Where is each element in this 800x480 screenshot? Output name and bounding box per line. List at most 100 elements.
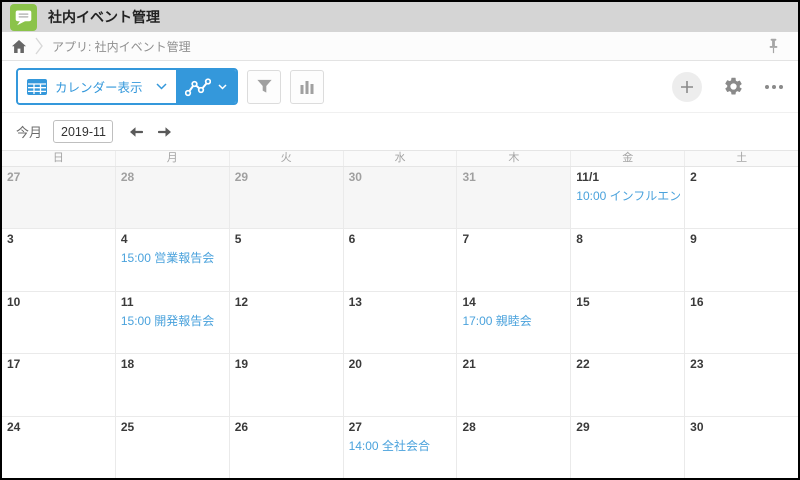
- arrow-left-icon: [128, 126, 144, 138]
- calendar-cell[interactable]: 30: [343, 167, 458, 229]
- date-number: 11/1: [576, 170, 599, 184]
- event-link[interactable]: 17:00 親睦会: [462, 312, 566, 329]
- breadcrumb-label: アプリ: 社内イベント管理: [52, 39, 191, 54]
- toolbar-right-tools: [672, 71, 783, 102]
- date-number: 2: [690, 170, 697, 184]
- weekday-header-row: 日月火水木金 土: [2, 150, 798, 167]
- calendar-cell[interactable]: 2: [685, 167, 798, 228]
- calendar-cell[interactable]: 5: [230, 229, 344, 291]
- event-link[interactable]: 15:00 営業報告会: [121, 249, 225, 266]
- line-graph-icon: [185, 77, 211, 97]
- add-record-button[interactable]: [672, 71, 702, 102]
- calendar-cell[interactable]: 11 15:00 開発報告会: [116, 291, 230, 354]
- date-number: 23: [690, 357, 704, 372]
- date-number: 3: [7, 232, 14, 247]
- date-number: 10: [7, 294, 21, 309]
- calendar-cell[interactable]: 27 14:00 全社会合: [344, 416, 458, 478]
- view-selector-label: カレンダー表示: [55, 81, 143, 95]
- graph-view-button[interactable]: [176, 70, 236, 103]
- date-number: 31: [462, 170, 476, 184]
- calendar-cell[interactable]: 26: [230, 416, 344, 478]
- settings-button[interactable]: [723, 76, 744, 97]
- date-number: 24: [7, 419, 21, 434]
- date-number: 29: [576, 419, 590, 434]
- plus-icon: [680, 80, 694, 94]
- page-title: 社内イベント管理: [48, 9, 160, 25]
- scope-label: 今月: [16, 125, 43, 140]
- calendar-cell[interactable]: 27: [2, 167, 116, 229]
- calendar-cell[interactable]: 11/1 10:00 インフルエン…: [571, 167, 686, 229]
- pushpin-icon[interactable]: [766, 36, 781, 56]
- calendar-cell[interactable]: 25: [116, 416, 230, 478]
- calendar-cell[interactable]: 18: [116, 354, 230, 416]
- date-number: 28: [120, 170, 135, 184]
- date-number: 16: [690, 294, 704, 309]
- calendar-cell[interactable]: 29: [571, 416, 686, 478]
- calendar-cell[interactable]: 30: [685, 417, 798, 478]
- calendar-cell[interactable]: 15: [571, 291, 686, 354]
- date-number: 13: [348, 294, 362, 309]
- calendar-cell[interactable]: 6: [344, 229, 458, 291]
- date-number: 6: [348, 232, 356, 247]
- calendar-cell[interactable]: 22: [571, 354, 686, 416]
- calendar-cell[interactable]: 29: [229, 167, 344, 229]
- calendar-cell[interactable]: 21: [457, 354, 572, 416]
- date-number: 27: [348, 419, 362, 434]
- weekday-label: 土: [736, 152, 748, 164]
- date-number: 18: [120, 357, 135, 372]
- app-window: 社内イベント管理 アプリ: 社内イベント管理 カレンダー表示 今月 2019-1…: [0, 0, 800, 480]
- calendar-cell[interactable]: 19: [230, 354, 344, 416]
- calendar-cell[interactable]: 28: [115, 167, 230, 229]
- date-number: 11: [120, 294, 134, 309]
- date-number: 29: [234, 170, 249, 184]
- calendar-cell[interactable]: 7: [457, 229, 572, 291]
- calendar-cell[interactable]: 14 17:00 親睦会: [457, 291, 572, 354]
- app-header: 社内イベント管理: [2, 2, 798, 32]
- home-icon[interactable]: [12, 39, 26, 53]
- view-selector-group: カレンダー表示: [16, 68, 238, 105]
- date-navigation: 今月: [2, 113, 798, 150]
- calendar-cell[interactable]: 10: [2, 291, 116, 354]
- chevron-down-icon: [156, 83, 167, 90]
- date-number: 7: [462, 232, 470, 247]
- calendar-cell[interactable]: 4 15:00 営業報告会: [116, 229, 230, 291]
- more-options-button[interactable]: [765, 84, 783, 89]
- calendar-cell[interactable]: 12: [230, 291, 344, 354]
- calendar-cell[interactable]: 20: [344, 354, 458, 416]
- calendar-grid: 272829303111/110:00 インフルエン…23415:00 営業報告…: [2, 167, 798, 478]
- date-number: 27: [7, 170, 21, 184]
- filter-button[interactable]: [247, 69, 281, 104]
- weekday-label: 月: [116, 151, 230, 166]
- date-number: 12: [234, 294, 249, 309]
- date-number: 21: [462, 357, 476, 372]
- date-number: 4: [120, 232, 128, 247]
- month-input[interactable]: [53, 120, 114, 143]
- date-number: 26: [234, 419, 249, 434]
- view-selector[interactable]: カレンダー表示: [18, 70, 176, 103]
- weekday-label: 木: [457, 151, 572, 166]
- calendar-week-row: 10 11 15:00 開発報告会 12 13 14 17:00 親睦会 15 16: [2, 291, 798, 355]
- calendar-cell[interactable]: 13: [344, 291, 458, 354]
- calendar-cell[interactable]: 8: [571, 229, 686, 291]
- date-number: 15: [576, 294, 590, 309]
- event-link[interactable]: 10:00 インフルエン…: [576, 187, 680, 204]
- next-month-button[interactable]: [158, 126, 173, 138]
- calendar-cell[interactable]: 17: [2, 354, 116, 416]
- chevron-down-icon: [218, 83, 227, 90]
- weekday-label: 水: [344, 151, 458, 166]
- event-link[interactable]: 15:00 開発報告会: [121, 312, 225, 329]
- calendar-cell[interactable]: 28: [457, 416, 572, 478]
- arrow-right-icon: [158, 126, 173, 138]
- date-number: 20: [348, 357, 362, 372]
- calendar-cell[interactable]: 31: [457, 167, 572, 229]
- calendar-cell[interactable]: 23: [685, 354, 798, 415]
- calendar-cell[interactable]: 9: [685, 229, 798, 290]
- calendar-cell[interactable]: 3: [2, 229, 116, 291]
- date-number: 22: [576, 357, 590, 372]
- calendar-cell[interactable]: 16: [685, 292, 798, 353]
- prev-month-button[interactable]: [128, 126, 144, 138]
- event-link[interactable]: 14:00 全社会合: [349, 437, 453, 454]
- date-number: 5: [234, 232, 242, 247]
- calendar-cell[interactable]: 24: [2, 416, 116, 478]
- chart-button[interactable]: [290, 69, 324, 104]
